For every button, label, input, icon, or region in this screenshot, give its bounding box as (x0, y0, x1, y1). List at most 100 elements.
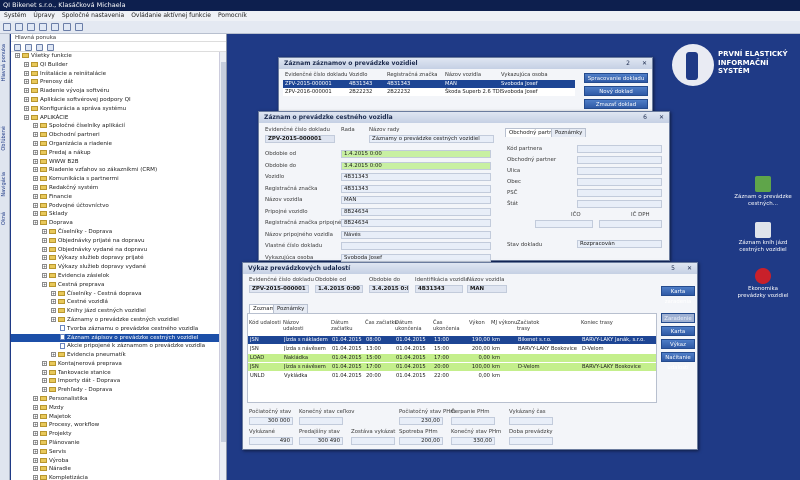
process-document-button[interactable]: Spracovanie dokladu (584, 73, 648, 83)
tree-item[interactable]: + Záznamy o prevádzke cestných vozidiel (11, 316, 226, 325)
field-value[interactable]: 4B31343 (341, 173, 491, 181)
expand-icon[interactable]: + (15, 53, 20, 58)
expand-icon[interactable]: + (42, 264, 47, 270)
tree-item[interactable]: Záznam zápisov o prevádzke cestných vozi… (11, 333, 226, 343)
expand-icon[interactable]: + (42, 387, 47, 393)
column-header[interactable]: Kód udalosti (249, 320, 285, 327)
tree-item[interactable]: + Doprava (11, 219, 226, 228)
column-header[interactable]: Dátum začiatku (331, 320, 367, 332)
place-card-button[interactable]: Karta miesta (661, 326, 695, 345)
tree-item[interactable]: + Procesy, workflow (11, 421, 226, 430)
tree-item[interactable]: + Projekty (11, 430, 226, 439)
tree-item[interactable]: + Tankovacie stanice (11, 369, 226, 378)
tree-item[interactable]: + Riadenie vzťahov so zákazníkmi (CRM) (11, 166, 226, 175)
field-value[interactable]: Svoboda Josef (341, 253, 491, 262)
tree-item[interactable]: + Financie (11, 193, 226, 202)
tab-navigation[interactable]: Navigácia (1, 172, 9, 197)
tree-item[interactable]: + Objednávky vydané na dopravu (11, 246, 226, 255)
table-row[interactable]: JSN Jízda s návěsem 01.04.2015 17:00 01.04.2… (248, 363, 656, 371)
expand-icon[interactable]: + (33, 396, 38, 402)
expand-icon[interactable]: + (33, 457, 38, 463)
print-icon[interactable] (39, 23, 47, 31)
expand-icon[interactable]: + (33, 184, 38, 190)
expand-icon[interactable]: + (33, 140, 38, 146)
tree-item[interactable]: + Majetok (11, 413, 226, 422)
field-value[interactable] (341, 242, 491, 250)
tree-item[interactable]: + Číselníky - Cestná doprava (11, 290, 226, 299)
close-icon[interactable]: ✕ (659, 112, 664, 123)
column-header[interactable]: Dátum ukončenia (395, 320, 431, 332)
expand-icon[interactable]: + (33, 149, 38, 155)
expand-icon[interactable]: + (33, 132, 38, 138)
expand-icon[interactable]: + (42, 272, 47, 278)
ico-field[interactable] (535, 220, 593, 228)
table-row[interactable]: JSN Jízda s nákladem 01.04.2015 08:00 01.04.… (248, 336, 656, 344)
refresh-icon[interactable] (63, 23, 71, 31)
column-header[interactable]: Evidenčné číslo dokladu (285, 72, 347, 78)
column-header[interactable]: Začiatok trasy (517, 320, 553, 332)
expand-icon[interactable]: + (33, 422, 38, 428)
tree-item[interactable]: + Výroba (11, 457, 226, 466)
expand-icon[interactable]: + (33, 176, 38, 182)
partner-field[interactable] (577, 189, 662, 197)
field-value[interactable]: Návés (341, 230, 491, 239)
field-value[interactable]: 8B24634 (341, 219, 491, 227)
tree-item[interactable]: + Náradie (11, 465, 226, 474)
tab-favorites[interactable]: Obľúbené (1, 126, 9, 151)
delete-document-button[interactable]: Zmazať doklad (584, 99, 648, 109)
column-header[interactable]: Názov udalosti (283, 320, 319, 332)
tree-item[interactable]: + Objednávky prijaté na dopravu (11, 237, 226, 246)
expand-icon[interactable]: + (33, 193, 38, 199)
field-value[interactable]: 1.4.2015 0:00 (341, 150, 491, 158)
tree-item[interactable]: + Konfigurácia a správa systému (11, 105, 226, 114)
expand-icon[interactable]: + (51, 299, 56, 305)
partner-field[interactable] (577, 145, 662, 153)
expand-icon[interactable]: + (33, 448, 38, 454)
table-row[interactable]: LOAD Nakládka 01.04.2015 15:00 01.04.2015 17:… (248, 354, 656, 362)
tree-item[interactable]: + Personalistika (11, 395, 226, 404)
expand-icon[interactable]: + (33, 158, 38, 164)
menu-item[interactable]: Systém (4, 12, 26, 19)
menu-item[interactable]: Spoločné nastavenia (62, 12, 124, 19)
tree-item[interactable]: + Inštalácie a reinštalácie (11, 70, 226, 79)
table-row[interactable]: UNLD Vykládka 01.04.2015 20:00 01.04.2015 22:… (248, 372, 656, 380)
desktop-icon-operation-records[interactable]: Záznam o prevádzke cestných... (733, 176, 793, 207)
load-events-button[interactable]: Načítanie udalostí (661, 352, 695, 371)
tree-item[interactable]: + APLIKÁCIE (11, 114, 226, 123)
expand-icon[interactable]: + (42, 360, 47, 366)
refresh-icon[interactable] (14, 44, 21, 51)
expand-icon[interactable]: + (51, 308, 56, 314)
assign-action-button[interactable]: Zaradenie akcie (661, 313, 695, 332)
window-icon[interactable] (75, 23, 83, 31)
expand-icon[interactable]: + (24, 61, 29, 67)
expand-icon[interactable]: + (33, 431, 38, 437)
tree-item[interactable]: + Podvojné účtovníctvo (11, 202, 226, 211)
expand-icon[interactable]: + (33, 211, 38, 217)
tree-item[interactable]: + Kontajnerová preprava (11, 360, 226, 369)
tree-item[interactable]: + Kompletizácia (11, 474, 226, 480)
tree-item[interactable]: + Obchodní partneri (11, 131, 226, 140)
expand-icon[interactable]: + (33, 220, 38, 226)
partner-field[interactable] (577, 200, 662, 208)
dic-field[interactable] (599, 220, 662, 228)
series-name-field[interactable]: Záznamy o prevádzke cestných vozidiel (369, 135, 494, 143)
expand-icon[interactable]: + (24, 105, 29, 111)
document-number-field[interactable]: ZPV-2015-000001 (265, 135, 335, 143)
tree-item[interactable]: + Aplikácie softvérovej podpory QI (11, 96, 226, 105)
expand-icon[interactable]: + (42, 246, 47, 252)
tree-item[interactable]: Tvorba záznamu o prevádzke cestného vozi… (11, 325, 226, 334)
menu-item[interactable]: Ovládanie aktívnej funkcie (131, 12, 211, 19)
partner-field[interactable] (577, 167, 662, 175)
column-header[interactable]: Vozidlo (349, 72, 367, 78)
tree-item[interactable]: + Mzdy (11, 404, 226, 413)
expand-icon[interactable]: + (24, 70, 29, 76)
desktop-icon-economics[interactable]: Ekonomika prevádzky vozidiel (733, 268, 793, 299)
tree-item[interactable]: + Sklady (11, 210, 226, 219)
tree-item[interactable]: + Riadenie vývoja softvéru (11, 87, 226, 96)
expand-icon[interactable]: + (24, 88, 29, 94)
list-icon[interactable] (25, 44, 32, 51)
partner-field[interactable] (577, 156, 662, 164)
forward-icon[interactable] (15, 23, 23, 31)
expand-icon[interactable]: + (51, 290, 56, 296)
tree-scrollbar[interactable] (219, 52, 226, 480)
